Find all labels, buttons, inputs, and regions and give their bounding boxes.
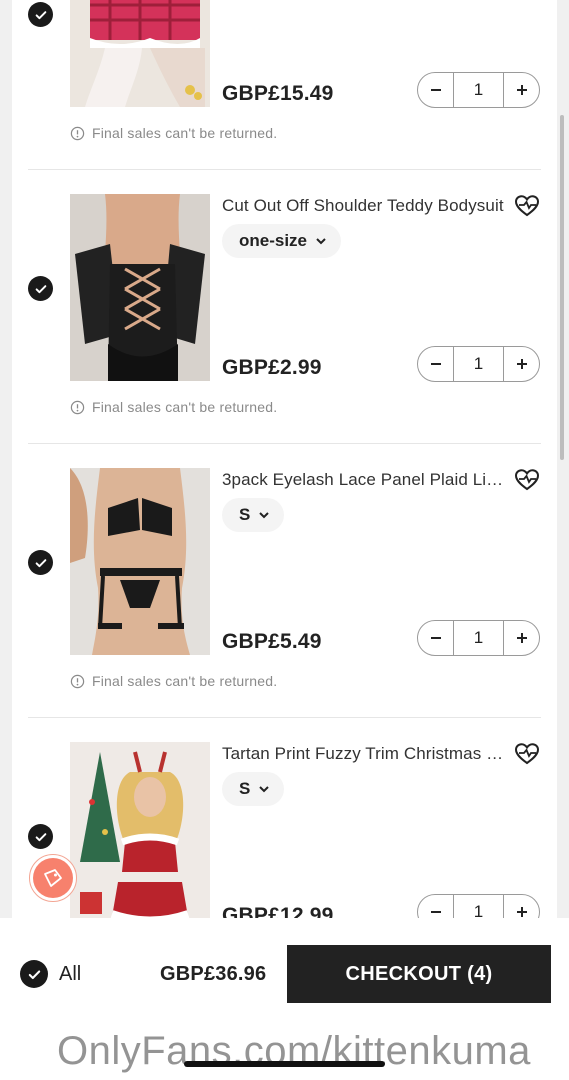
quantity-value[interactable]: 1: [453, 895, 504, 918]
quantity-stepper[interactable]: 1: [417, 894, 540, 918]
plus-icon: [516, 633, 527, 643]
product-image[interactable]: [70, 0, 210, 107]
product-image[interactable]: [70, 468, 210, 655]
chevron-down-icon: [259, 786, 270, 793]
wishlist-heart-icon[interactable]: [514, 468, 540, 492]
decrease-button[interactable]: [418, 73, 453, 107]
quantity-value[interactable]: 1: [453, 73, 504, 107]
quantity-stepper[interactable]: 1: [417, 346, 540, 382]
checkout-button[interactable]: CHECKOUT (4): [287, 945, 551, 1003]
quantity-value[interactable]: 1: [453, 621, 504, 655]
select-all-label[interactable]: All: [59, 963, 81, 986]
variant-selector[interactable]: one-size: [222, 224, 342, 258]
cart-item: GBP£15.49 1 Final sales can't be returne…: [12, 0, 557, 170]
plus-icon: [516, 907, 527, 917]
final-sale-note: Final sales can't be returned.: [70, 673, 277, 689]
decrease-button[interactable]: [418, 621, 453, 655]
checkmark-icon: [28, 969, 40, 979]
decrease-button[interactable]: [418, 347, 453, 381]
chevron-down-icon: [316, 238, 326, 245]
variant-selector[interactable]: S: [222, 498, 285, 532]
coupon-badge: [33, 858, 73, 898]
watermark: OnlyFans.com/kittenkuma: [57, 1029, 531, 1073]
final-sale-text: Final sales can't be returned.: [92, 399, 278, 415]
home-indicator[interactable]: [184, 1061, 385, 1067]
increase-button[interactable]: [504, 347, 539, 381]
final-sale-text: Final sales can't be returned.: [92, 125, 278, 141]
decrease-button[interactable]: [418, 895, 453, 918]
product-image[interactable]: [70, 194, 210, 381]
product-title[interactable]: Tartan Print Fuzzy Trim Christmas Costum…: [222, 744, 512, 764]
cart-item: Cut Out Off Shoulder Teddy Bodysuit one-…: [12, 170, 557, 444]
product-title[interactable]: 3pack Eyelash Lace Panel Plaid Lingerie …: [222, 470, 512, 490]
plus-icon: [516, 85, 527, 95]
checkmark-icon: [35, 284, 46, 293]
chevron-down-icon: [259, 512, 270, 519]
coupon-button[interactable]: [29, 854, 77, 902]
item-price: GBP£2.99: [222, 356, 322, 379]
info-icon: [70, 126, 85, 140]
item-checkbox[interactable]: [28, 2, 53, 27]
quantity-stepper[interactable]: 1: [417, 72, 540, 108]
info-icon: [70, 400, 85, 414]
increase-button[interactable]: [504, 621, 539, 655]
variant-label: one-size: [239, 231, 308, 250]
info-icon: [70, 674, 85, 688]
increase-button[interactable]: [504, 895, 539, 918]
select-all-checkbox[interactable]: [20, 960, 48, 988]
wishlist-heart-icon[interactable]: [514, 742, 540, 766]
item-checkbox[interactable]: [28, 276, 53, 301]
quantity-stepper[interactable]: 1: [417, 620, 540, 656]
final-sale-note: Final sales can't be returned.: [70, 125, 277, 141]
variant-selector[interactable]: S: [222, 772, 285, 806]
scrollbar-thumb[interactable]: [560, 115, 564, 460]
final-sale-note: Final sales can't be returned.: [70, 399, 277, 415]
cart-item: Tartan Print Fuzzy Trim Christmas Costum…: [12, 718, 557, 918]
plus-icon: [516, 359, 527, 369]
item-price: GBP£15.49: [222, 82, 334, 105]
item-checkbox[interactable]: [28, 824, 53, 849]
item-price: GBP£12.99: [222, 904, 334, 918]
item-price: GBP£5.49: [222, 630, 322, 653]
item-checkbox[interactable]: [28, 550, 53, 575]
wishlist-heart-icon[interactable]: [514, 194, 540, 218]
scrollbar[interactable]: [560, 100, 565, 460]
minus-icon: [430, 363, 441, 365]
checkmark-icon: [35, 832, 46, 841]
checkmark-icon: [35, 558, 46, 567]
checkmark-icon: [35, 10, 46, 19]
minus-icon: [430, 911, 441, 913]
coupon-tag-icon: [44, 869, 62, 887]
product-title[interactable]: Cut Out Off Shoulder Teddy Bodysuit: [222, 196, 512, 216]
cart-list[interactable]: GBP£15.49 1 Final sales can't be returne…: [0, 0, 569, 918]
quantity-value[interactable]: 1: [453, 347, 504, 381]
product-image[interactable]: [70, 742, 210, 918]
variant-label: S: [239, 505, 251, 524]
cart-item: 3pack Eyelash Lace Panel Plaid Lingerie …: [12, 444, 557, 718]
minus-icon: [430, 637, 441, 639]
cart-card: GBP£15.49 1 Final sales can't be returne…: [12, 0, 557, 918]
increase-button[interactable]: [504, 73, 539, 107]
minus-icon: [430, 89, 441, 91]
variant-label: S: [239, 779, 251, 798]
final-sale-text: Final sales can't be returned.: [92, 673, 278, 689]
cart-total: GBP£36.96: [160, 963, 267, 985]
